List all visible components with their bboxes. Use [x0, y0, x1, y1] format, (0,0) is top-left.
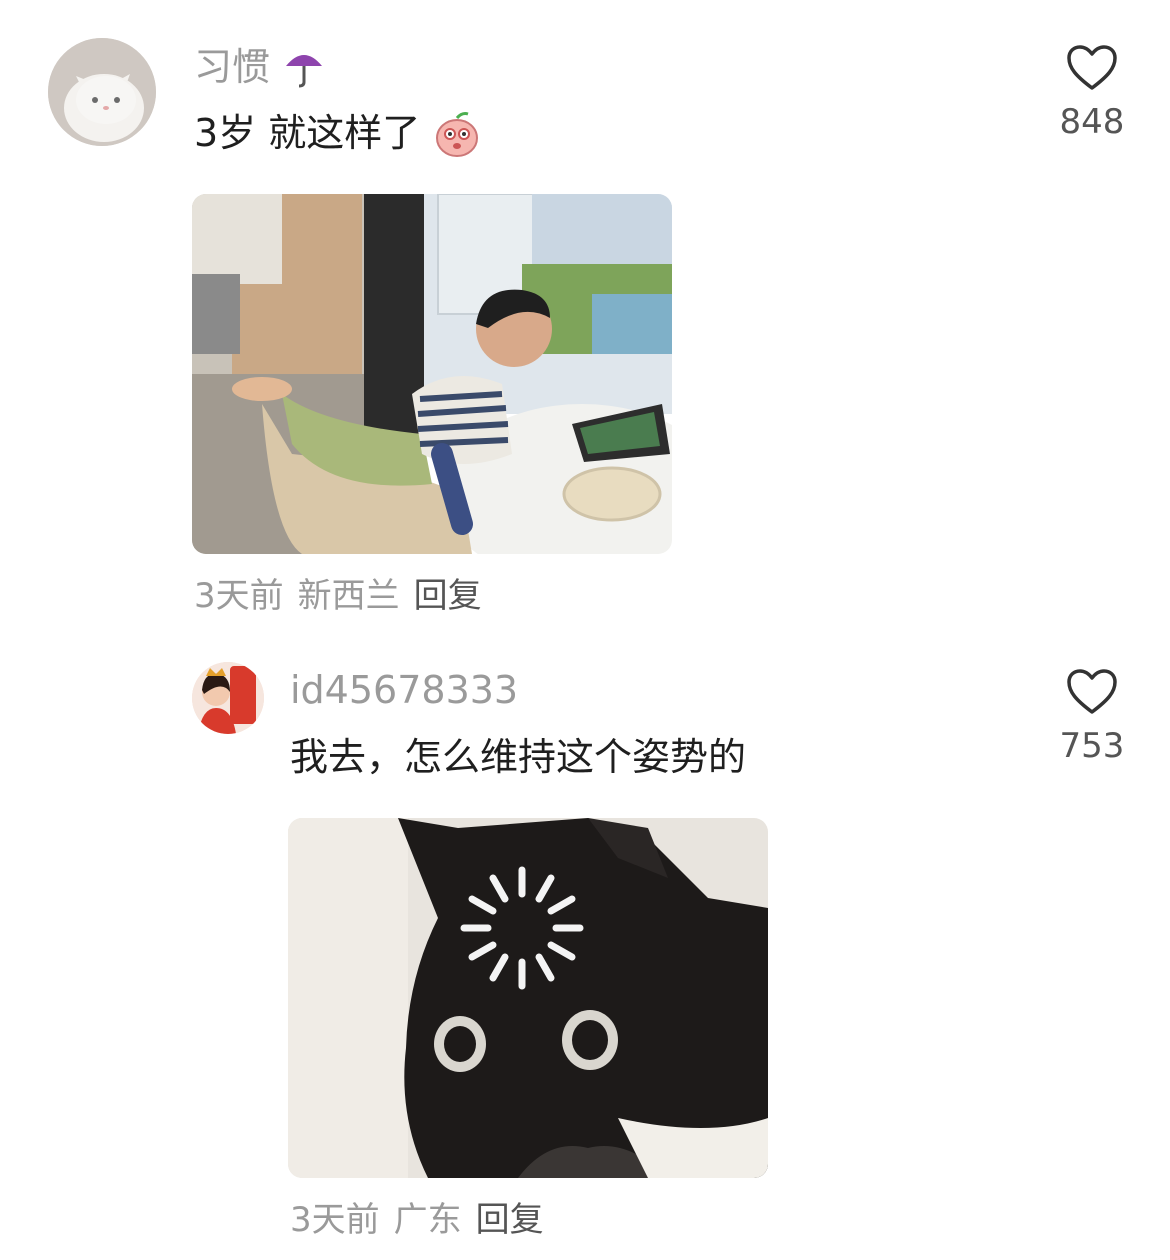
comment-time: 3天前 [194, 576, 284, 616]
comment-meta: 3天前 广东 回复 [290, 1200, 558, 1240]
username[interactable]: 习惯 [194, 44, 326, 89]
comment-time: 3天前 [290, 1200, 380, 1240]
username-text: 习惯 [194, 45, 271, 89]
comment-image[interactable] [192, 194, 672, 554]
heart-outline-icon [1066, 669, 1118, 720]
heart-outline-icon [1066, 45, 1118, 96]
photo-child-kneeling-at-table-icon [192, 194, 672, 554]
comment-text: 我去，怎么维持这个姿势的 [290, 734, 746, 780]
like-button[interactable]: 848 [1047, 44, 1137, 142]
comment-text-content: 3岁 就这样了 [194, 111, 421, 155]
comment-image[interactable] [288, 818, 768, 1178]
username[interactable]: id45678333 [290, 668, 518, 712]
umbrella-icon [282, 45, 326, 89]
comment-location: 广东 [393, 1200, 462, 1240]
meme-cat-loading-spinner-icon [288, 818, 768, 1178]
comment-item: id45678333 我去，怎么维持这个姿势的 753 3天前 广东 回复 [0, 630, 1170, 1260]
like-button[interactable]: 753 [1047, 668, 1137, 766]
comment-text: 3岁 就这样了 [194, 108, 482, 158]
avatar[interactable] [192, 662, 264, 734]
comment-location: 新西兰 [297, 576, 400, 616]
username-text: id45678333 [290, 668, 519, 712]
reply-button[interactable]: 回复 [414, 576, 482, 616]
comment-text-content: 我去，怎么维持这个姿势的 [290, 735, 747, 779]
avatar[interactable] [48, 38, 156, 146]
shy-peach-emoji-icon [432, 111, 482, 157]
like-count: 753 [1059, 726, 1125, 766]
cat-avatar-icon [48, 38, 156, 146]
like-count: 848 [1059, 102, 1125, 142]
comment-item: 习惯 3岁 就这样了 848 3天前 新西兰 回复 [0, 0, 1170, 630]
girl-avatar-icon [192, 662, 264, 734]
comment-meta: 3天前 新西兰 回复 [194, 576, 496, 616]
reply-button[interactable]: 回复 [476, 1200, 544, 1240]
